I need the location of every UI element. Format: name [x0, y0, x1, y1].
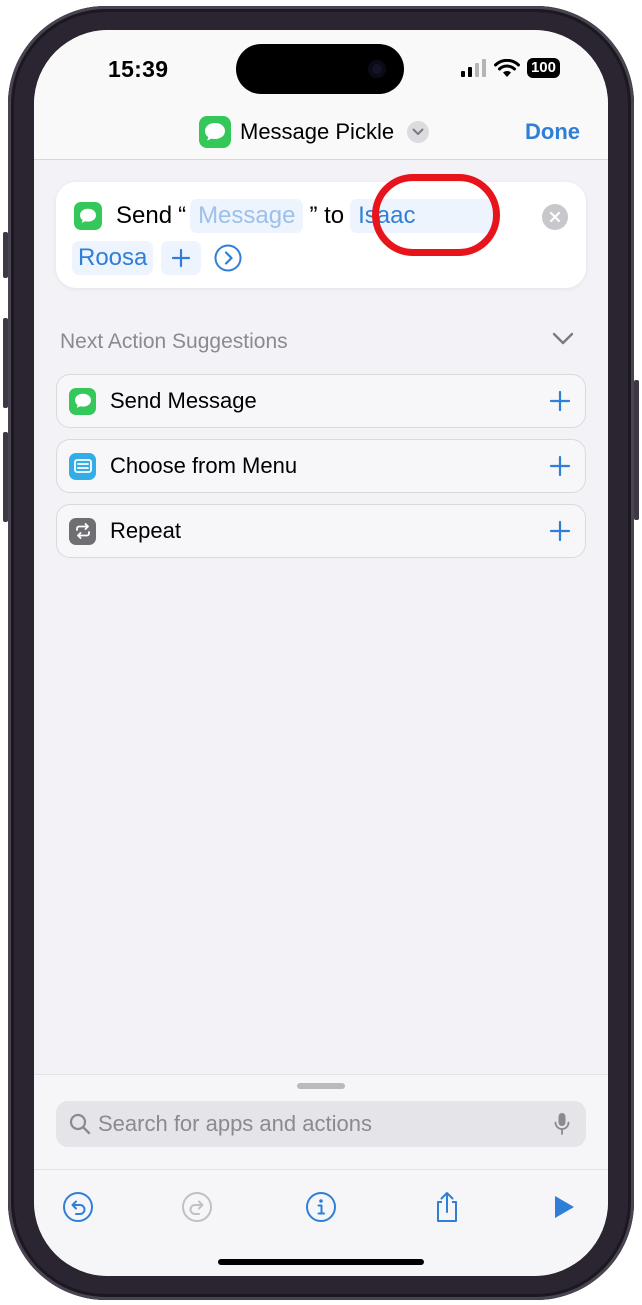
suggestion-repeat[interactable]: Repeat: [56, 504, 586, 558]
add-suggestion-button[interactable]: [547, 518, 573, 544]
microphone-icon[interactable]: [552, 1111, 572, 1137]
suggestion-label: Repeat: [110, 518, 181, 543]
plus-icon: [549, 390, 571, 412]
shortcut-title-menu[interactable]: Message Pickle: [199, 116, 430, 148]
messages-icon: [199, 116, 231, 148]
play-icon: [555, 1196, 574, 1218]
message-field[interactable]: Message: [190, 199, 304, 233]
add-suggestion-button[interactable]: [547, 453, 573, 479]
close-icon: [549, 211, 561, 223]
clear-recipients-button[interactable]: [542, 204, 568, 230]
home-indicator: [218, 1259, 424, 1265]
suggestion-choose-from-menu[interactable]: Choose from Menu: [56, 439, 586, 493]
recipient-token-first[interactable]: Isaac: [350, 199, 495, 233]
add-recipient-button[interactable]: [161, 241, 202, 275]
share-button[interactable]: [425, 1185, 469, 1229]
status-icons: 100: [460, 58, 560, 78]
recipient-line: Roosa: [72, 240, 243, 276]
plus-icon: [549, 455, 571, 477]
screen: 15:39 100 Message Pickle Done Send “ Mes…: [34, 30, 608, 1276]
suggestions-header: Next Action Suggestions: [60, 330, 288, 353]
add-suggestion-button[interactable]: [547, 388, 573, 414]
battery-level: 100: [526, 58, 560, 78]
side-button: [634, 380, 639, 520]
shortcut-title: Message Pickle: [240, 119, 395, 144]
suggestion-send-message[interactable]: Send Message: [56, 374, 586, 428]
collapse-suggestions-button[interactable]: [552, 332, 574, 351]
messages-icon: [74, 202, 102, 230]
info-icon: [306, 1192, 336, 1222]
done-button[interactable]: Done: [525, 119, 580, 145]
suggestions-list: Send Message Choose from Menu Repeat: [56, 374, 586, 569]
action-button: [3, 232, 8, 278]
volume-down-button: [3, 432, 8, 522]
send-message-action[interactable]: Send “ Message ” to Isaac Roosa: [56, 182, 586, 288]
expand-action-button[interactable]: [213, 243, 243, 273]
suggestion-label: Choose from Menu: [110, 453, 298, 478]
chevron-down-icon: [407, 121, 430, 143]
search-bar[interactable]: [56, 1101, 586, 1147]
action-search-sheet: [34, 1074, 608, 1276]
signal-icon: [460, 59, 486, 77]
share-icon: [437, 1192, 457, 1222]
status-time: 15:39: [108, 56, 169, 82]
undo-icon: [63, 1192, 93, 1222]
front-camera: [368, 60, 386, 78]
search-input[interactable]: [92, 1102, 552, 1146]
recipient-token-last[interactable]: Roosa: [72, 241, 154, 275]
plus-icon: [172, 248, 191, 268]
navigation-bar: Message Pickle Done: [34, 102, 608, 160]
info-button[interactable]: [299, 1185, 343, 1229]
redo-button[interactable]: [175, 1185, 219, 1229]
menu-icon: [69, 452, 96, 480]
repeat-icon: [69, 517, 96, 545]
chevron-right-circle-icon: [214, 244, 242, 272]
run-button[interactable]: [542, 1185, 586, 1229]
dynamic-island: [236, 44, 404, 94]
editor-toolbar: [34, 1185, 608, 1229]
open-quote: “: [178, 202, 187, 229]
plus-icon: [549, 520, 571, 542]
action-text-line: Send “ Message ” to Isaac: [116, 198, 495, 234]
action-verb: Send: [116, 202, 173, 229]
redo-icon: [182, 1192, 212, 1222]
wifi-icon: [493, 58, 520, 77]
toolbar-divider: [34, 1169, 608, 1170]
search-icon: [68, 1112, 92, 1136]
messages-icon: [69, 387, 96, 415]
volume-up-button: [3, 318, 8, 408]
undo-button[interactable]: [56, 1185, 100, 1229]
chevron-down-icon: [552, 332, 574, 345]
sheet-grabber[interactable]: [297, 1083, 345, 1089]
suggestion-label: Send Message: [110, 388, 257, 413]
to-label: ” to: [309, 202, 345, 229]
